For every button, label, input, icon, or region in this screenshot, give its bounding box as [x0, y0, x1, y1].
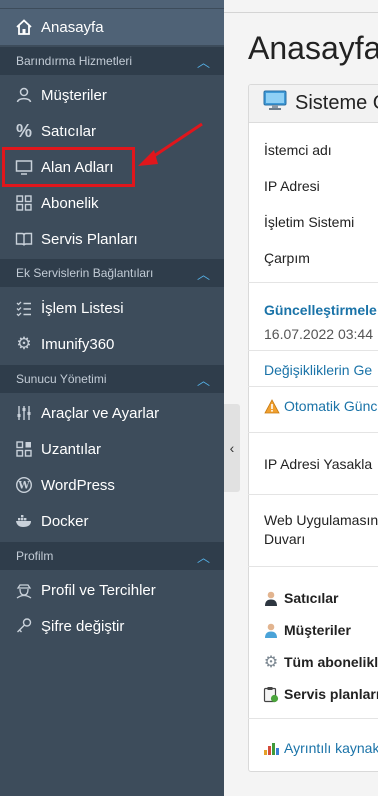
section-header-hosting[interactable]: Barındırma Hizmetleri ︿ — [0, 47, 224, 75]
sidebar-item-label: Docker — [41, 512, 89, 530]
waf-label-line2: Duvarı — [264, 531, 306, 547]
sidebar-item-docker[interactable]: Docker — [0, 503, 224, 539]
divider — [248, 432, 378, 433]
stat-resellers[interactable]: Satıcılar — [262, 589, 338, 607]
sidebar-item-label: Araçlar ve Ayarlar — [41, 404, 160, 422]
system-overview-card: Sisteme G — [248, 84, 378, 772]
customer-person-icon — [262, 621, 280, 639]
divider — [248, 566, 378, 567]
sidebar-item-wordpress[interactable]: W WordPress — [0, 467, 224, 503]
book-icon — [14, 229, 34, 249]
checklist-icon — [14, 298, 34, 318]
client-name-label: İstemci adı — [264, 142, 332, 158]
sidebar-item-label: Servis Planları — [41, 230, 138, 248]
reseller-person-icon — [262, 589, 280, 607]
sidebar-item-profile-preferences[interactable]: Profil ve Tercihler — [0, 572, 224, 608]
sidebar-item-label: Profil ve Tercihler — [41, 581, 156, 599]
header-divider — [224, 12, 378, 13]
chevron-left-icon: ‹ — [229, 440, 235, 456]
chevron-up-icon: ︿ — [196, 372, 210, 388]
sidebar-item-label: Müşteriler — [41, 86, 107, 104]
bar-chart-icon — [264, 741, 280, 755]
sidebar-item-service-plans[interactable]: Servis Planları — [0, 221, 224, 257]
ip-ban-label: IP Adresi Yasakla — [264, 456, 373, 472]
stat-service-plans[interactable]: Servis planları — [262, 685, 378, 703]
sidebar-item-customers[interactable]: Müşteriler — [0, 77, 224, 113]
sidebar-item-imunify360[interactable]: ⚙ Imunify360 — [0, 326, 224, 362]
auto-update-label: Otomatik Günc — [284, 398, 378, 414]
section-title: Profilm — [16, 549, 54, 563]
sidebar-item-label: Satıcılar — [41, 122, 97, 140]
svg-text:W: W — [17, 481, 30, 492]
wordpress-icon: W — [14, 475, 34, 495]
divider — [248, 386, 378, 387]
docker-whale-icon — [14, 511, 34, 531]
sidebar-collapse-handle[interactable]: ‹ — [224, 404, 240, 492]
highlight-box — [2, 147, 135, 187]
sidebar-item-label: Uzantılar — [41, 440, 102, 458]
key-icon — [14, 616, 34, 636]
sidebar-item-label: Abonelik — [41, 194, 99, 212]
grid-icon — [14, 193, 34, 213]
page-title: Anasayfa — [248, 30, 378, 66]
chevron-up-icon: ︿ — [196, 54, 210, 70]
sidebar-item-label: WordPress — [41, 476, 115, 494]
stat-label: Müşteriler — [284, 622, 351, 638]
divider — [248, 282, 378, 283]
stat-label: Tüm abonelikl — [284, 654, 378, 670]
changes-link[interactable]: Değişikliklerin Ge — [264, 362, 372, 378]
percent-icon: % — [15, 120, 32, 141]
user-hat-icon — [14, 580, 34, 600]
sidebar-item-subscriptions[interactable]: Abonelik — [0, 185, 224, 221]
section-title: Barındırma Hizmetleri — [16, 54, 133, 68]
ip-address-label: IP Adresi — [264, 178, 320, 194]
user-icon — [14, 85, 34, 105]
sidebar-item-change-password[interactable]: Şifre değiştir — [0, 608, 224, 644]
sidebar-item-label: Imunify360 — [41, 335, 115, 353]
updates-link[interactable]: Güncelleştirmele — [264, 302, 377, 318]
sidebar-top-strip — [0, 0, 224, 8]
stat-label: Satıcılar — [284, 590, 339, 606]
sliders-icon — [14, 403, 34, 423]
monitor-icon — [263, 90, 287, 118]
card-header: Sisteme G — [249, 85, 378, 123]
sidebar-item-home[interactable]: Anasayfa — [0, 9, 224, 45]
card-title: Sisteme G — [295, 92, 378, 114]
detailed-resources-label: Ayrıntılı kaynak — [284, 740, 378, 756]
section-title: Ek Servislerin Bağlantıları — [16, 266, 154, 280]
detailed-resources-link[interactable]: Ayrıntılı kaynak — [264, 740, 378, 756]
auto-update-link[interactable]: Otomatik Günc — [264, 398, 377, 414]
chevron-up-icon: ︿ — [196, 266, 210, 282]
stat-subscriptions[interactable]: ⚙ Tüm abonelikl — [262, 653, 378, 671]
divider — [248, 718, 378, 719]
updates-date: 16.07.2022 03:44 — [264, 326, 373, 342]
stat-label: Servis planları — [284, 686, 378, 702]
gear-icon: ⚙ — [263, 654, 279, 671]
stat-customers[interactable]: Müşteriler — [262, 621, 351, 639]
section-header-server[interactable]: Sunucu Yönetimi ︿ — [0, 365, 224, 393]
section-header-services[interactable]: Ek Servislerin Bağlantıları ︿ — [0, 259, 224, 287]
home-icon — [14, 17, 34, 37]
chevron-up-icon: ︿ — [196, 549, 210, 565]
os-label: İşletim Sistemi — [264, 214, 355, 230]
section-title: Sunucu Yönetimi — [16, 372, 107, 386]
puzzle-grid-icon — [14, 439, 34, 459]
sidebar-item-label: Şifre değiştir — [41, 617, 125, 635]
sidebar-item-extensions[interactable]: Uzantılar — [0, 431, 224, 467]
gear-icon: ⚙ — [16, 334, 32, 353]
product-label: Çarpım — [264, 250, 310, 266]
warning-icon — [264, 398, 280, 414]
waf-label-line1: Web Uygulamasın — [264, 512, 378, 528]
sidebar-item-label: Anasayfa — [41, 18, 104, 36]
sidebar-item-label: İşlem Listesi — [41, 299, 124, 317]
divider — [248, 350, 378, 351]
sidebar-item-process-list[interactable]: İşlem Listesi — [0, 290, 224, 326]
clipboard-icon — [262, 685, 280, 703]
sidebar-item-tools-settings[interactable]: Araçlar ve Ayarlar — [0, 395, 224, 431]
divider — [248, 494, 378, 495]
annotation-arrow — [138, 122, 203, 166]
section-header-profile[interactable]: Profilm ︿ — [0, 542, 224, 570]
